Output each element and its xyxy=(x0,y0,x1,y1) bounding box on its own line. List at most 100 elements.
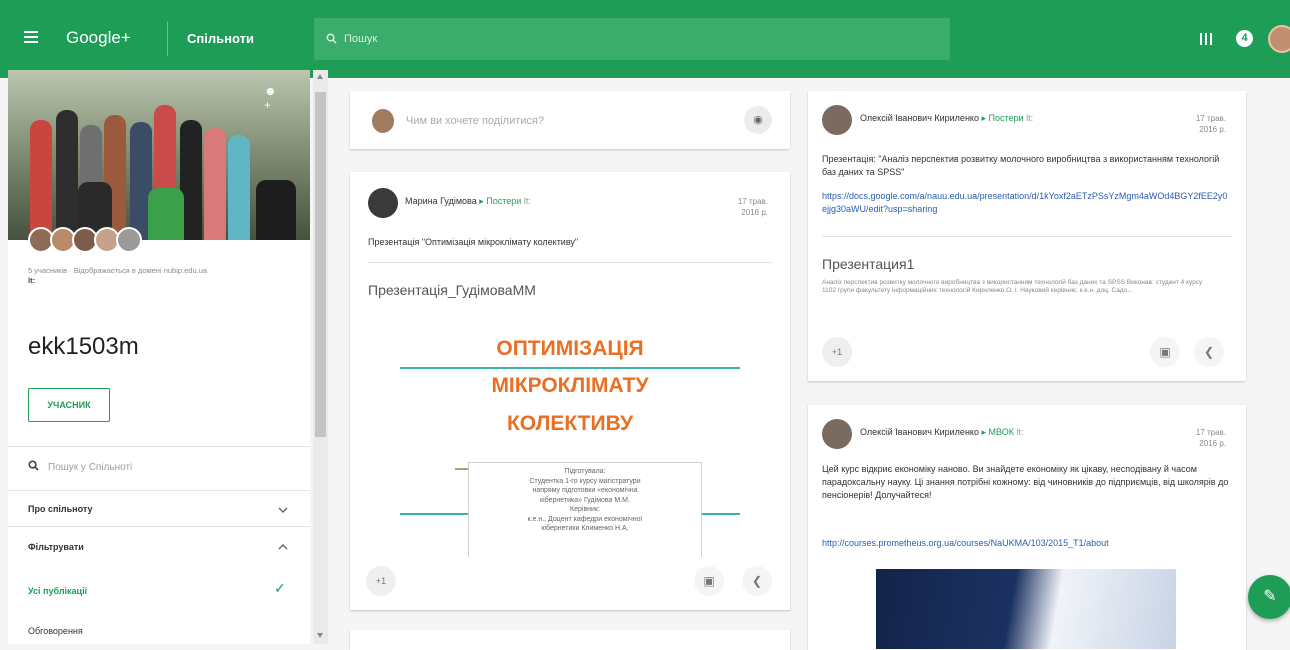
post-date[interactable]: 17 трав. 2016 р. xyxy=(1168,427,1226,449)
post-card-next xyxy=(350,630,790,650)
cover-figure xyxy=(256,180,296,240)
member-avatar[interactable] xyxy=(116,227,142,253)
user-avatar xyxy=(372,109,394,133)
slide-line xyxy=(400,367,740,369)
chevron-down-icon[interactable] xyxy=(278,505,288,515)
slide-box-line: напряму підготовки «економічна xyxy=(532,487,638,494)
post-date[interactable]: 17 трав. 2016 р. xyxy=(1168,113,1226,135)
post-text: Презентація: "Аналіз перспектив розвитку… xyxy=(822,154,1220,177)
sidebar-scrollbar[interactable] xyxy=(313,70,328,644)
comment-icon[interactable]: ▣ xyxy=(1150,337,1180,367)
post-visibility: lt: xyxy=(523,196,531,206)
slide-title-line: МІКРОКЛІМАТУ xyxy=(491,374,649,397)
post-date[interactable]: 17 трав. 2016 р. xyxy=(710,196,768,218)
arrow-right-icon: ▸ xyxy=(981,427,987,437)
plus-one-button[interactable]: +1 xyxy=(366,566,396,596)
divider xyxy=(8,446,310,447)
post-date-year: 2016 р. xyxy=(741,208,768,217)
community-search-input[interactable]: Пошук у Спільноті xyxy=(48,462,132,473)
post-date-day: 17 трав. xyxy=(737,197,768,206)
link-preview-image[interactable] xyxy=(876,569,1176,649)
scroll-down-arrow-icon[interactable] xyxy=(317,633,323,638)
slide-box-line: Керівник: xyxy=(570,506,600,513)
camera-icon[interactable]: ◉ xyxy=(744,106,772,134)
add-person-icon[interactable]: ☻+ xyxy=(264,84,282,112)
share-box[interactable]: Чим ви хочете поділитися? ◉ xyxy=(350,91,790,149)
slide-title-line: КОЛЕКТИВУ xyxy=(506,412,634,435)
post-link[interactable]: https://docs.google.com/a/nauu.edu.ua/pr… xyxy=(822,190,1232,216)
post-date-day: 17 трав. xyxy=(1195,114,1226,123)
slide-box-line: Студентка 1-го курсу магістратури xyxy=(529,477,641,485)
post-text: Цей курс відкриє економіку наново. Ви зн… xyxy=(822,464,1229,500)
notifications-icon[interactable]: 4 xyxy=(1236,30,1253,47)
share-icon[interactable]: ❮ xyxy=(742,566,772,596)
hamburger-menu-icon[interactable] xyxy=(24,31,38,43)
cover-figure xyxy=(56,110,78,240)
post-card: Олексій Іванович Кириленко ▸ Постери lt:… xyxy=(808,91,1246,381)
cover-figure xyxy=(204,128,226,240)
members-info: 5 учасників · Відображається в домені nu… xyxy=(28,266,298,286)
author-avatar[interactable] xyxy=(822,419,852,449)
cover-figure xyxy=(30,120,52,240)
slide-title-line: ОПТИМІЗАЦІЯ xyxy=(496,337,644,360)
account-avatar[interactable] xyxy=(1268,25,1290,53)
share-icon[interactable]: ❮ xyxy=(1194,337,1224,367)
divider xyxy=(822,236,1232,237)
slide-box-line: кібернетики Клименко Н.А. xyxy=(541,525,629,532)
post-link[interactable]: http://courses.prometheus.org.ua/courses… xyxy=(822,537,1234,550)
slide-author-box: Підготувала: Студентка 1-го курсу магіст… xyxy=(468,462,702,557)
post-category[interactable]: Постери xyxy=(989,113,1024,123)
google-plus-logo[interactable]: Google+ xyxy=(66,28,131,48)
post-category[interactable]: МВОК xyxy=(989,427,1014,437)
author-name[interactable]: Олексій Іванович Кириленко xyxy=(860,427,979,437)
author-avatar[interactable] xyxy=(368,188,398,218)
slide-box-line: Підготувала: xyxy=(564,468,606,475)
post-category[interactable]: Постери xyxy=(486,196,521,206)
visibility-text: lt: xyxy=(28,276,36,285)
members-count-text: 5 учасників · Відображається в домені nu… xyxy=(28,266,208,275)
post-visibility: lt: xyxy=(1016,427,1024,437)
post-date-year: 2016 р. xyxy=(1199,125,1226,134)
scrollbar-thumb[interactable] xyxy=(315,92,326,437)
search-placeholder: Пошук xyxy=(344,33,378,45)
cover-figure xyxy=(228,135,250,240)
filter-discussions[interactable]: Обговорення xyxy=(28,626,83,636)
author-name[interactable]: Олексій Іванович Кириленко xyxy=(860,113,979,123)
search-icon xyxy=(28,460,39,471)
search-bar[interactable]: Пошук xyxy=(314,18,950,60)
attachment-title[interactable]: Презентация1 xyxy=(822,256,914,272)
search-icon xyxy=(326,33,337,44)
slide-box-line: к.е.н., Доцент кафедри економічної xyxy=(527,515,643,523)
post-visibility: lt: xyxy=(1026,113,1034,123)
post-author-line: Олексій Іванович Кириленко ▸ Постери lt: xyxy=(860,113,1033,124)
attachment-title[interactable]: Презентація_ГудімоваММ xyxy=(368,282,536,298)
slide-box-line: кібернетика» Гудімова М.М. xyxy=(540,496,630,504)
divider xyxy=(8,490,310,491)
community-name: ekk1503m xyxy=(28,333,139,360)
share-prompt[interactable]: Чим ви хочете поділитися? xyxy=(406,115,544,127)
member-button[interactable]: УЧАСНИК xyxy=(28,388,110,422)
author-name[interactable]: Марина Гудімова xyxy=(405,196,477,206)
filter-all-posts[interactable]: Усі публікації xyxy=(28,586,87,596)
community-sidebar: ☻+ 5 учасників · Відображається в домені… xyxy=(8,70,310,644)
author-avatar[interactable] xyxy=(822,105,852,135)
cover-figure xyxy=(148,188,184,240)
arrow-right-icon: ▸ xyxy=(981,113,987,123)
menu-filter[interactable]: Фільтрувати xyxy=(28,542,84,552)
top-app-bar: Google+ Спільноти Пошук 4 xyxy=(0,0,1290,78)
apps-grid-icon[interactable] xyxy=(1200,33,1212,45)
section-title[interactable]: Спільноти xyxy=(187,31,254,46)
divider xyxy=(8,526,310,527)
post-author-line: Марина Гудімова ▸ Постери lt: xyxy=(405,196,531,207)
post-date-day: 17 трав. xyxy=(1195,428,1226,437)
arrow-right-icon: ▸ xyxy=(479,196,484,206)
comment-icon[interactable]: ▣ xyxy=(694,566,724,596)
scroll-up-arrow-icon[interactable] xyxy=(317,74,323,79)
plus-one-button[interactable]: +1 xyxy=(822,337,852,367)
chevron-up-icon[interactable] xyxy=(278,542,288,552)
menu-about-community[interactable]: Про спільноту xyxy=(28,504,93,514)
topbar-divider xyxy=(167,22,168,56)
post-date-year: 2016 р. xyxy=(1199,439,1226,448)
edit-pencil-icon[interactable]: ✎ xyxy=(1248,575,1290,619)
presentation-preview[interactable]: ОПТИМІЗАЦІЯ МІКРОКЛІМАТУ КОЛЕКТИВУ Підго… xyxy=(380,327,760,557)
